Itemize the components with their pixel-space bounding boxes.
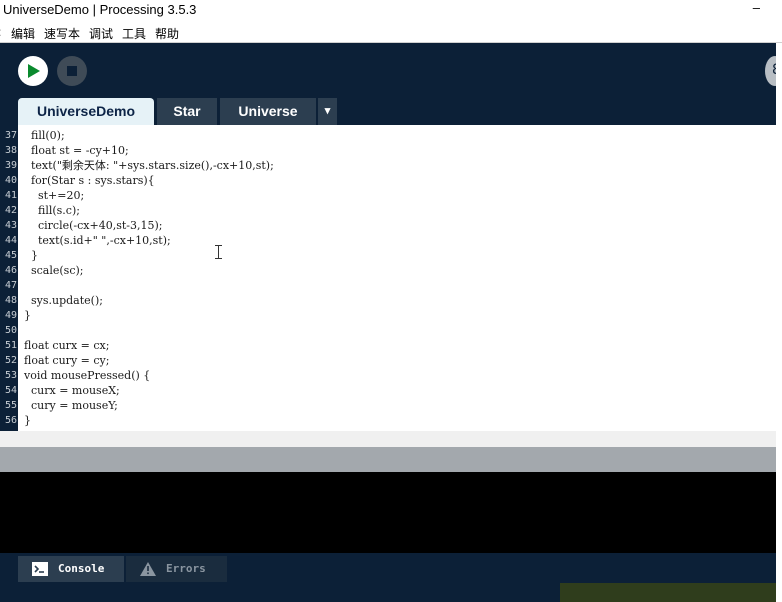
- stop-button[interactable]: [57, 56, 87, 86]
- code-line[interactable]: float cury = cy;: [24, 353, 109, 368]
- tab-universe[interactable]: Universe: [220, 98, 316, 125]
- errors-tab-label: Errors: [166, 562, 206, 575]
- tab-menu-arrow[interactable]: ▾: [318, 98, 337, 125]
- title-bar: UniverseDemo | Processing 3.5.3 –: [0, 0, 782, 22]
- code-line[interactable]: sys.update();: [24, 293, 103, 308]
- line-number: 49: [4, 310, 17, 321]
- line-number: 55: [4, 400, 17, 411]
- line-number: 45: [4, 250, 17, 261]
- warning-icon: [140, 562, 156, 576]
- menu-help[interactable]: 帮助: [155, 25, 179, 42]
- terminal-icon: [32, 562, 48, 576]
- line-number: 39: [4, 160, 17, 171]
- code-line[interactable]: float curx = cx;: [24, 338, 109, 353]
- line-number: 53: [4, 370, 17, 381]
- line-number-gutter: 37 38 39 40 41 42 43 44 45 46 47 48 49 5…: [0, 125, 18, 431]
- menu-sketch[interactable]: 速写本: [44, 25, 80, 42]
- console-output[interactable]: [0, 472, 776, 553]
- sketch-tab-bar: UniverseDemo Star Universe ▾: [0, 98, 776, 125]
- code-line[interactable]: circle(-cx+40,st-3,15);: [24, 218, 162, 233]
- menu-file[interactable]: :: [0, 25, 1, 39]
- line-number: 52: [4, 355, 17, 366]
- code-line[interactable]: void mousePressed() {: [24, 368, 150, 383]
- code-line[interactable]: cury = mouseY;: [24, 398, 118, 413]
- line-number: 43: [4, 220, 17, 231]
- code-line[interactable]: }: [24, 308, 31, 323]
- code-line[interactable]: curx = mouseX;: [24, 383, 120, 398]
- play-icon: [28, 64, 40, 78]
- line-number: 54: [4, 385, 17, 396]
- menu-tools[interactable]: 工具: [122, 25, 146, 42]
- tab-universedemo[interactable]: UniverseDemo: [18, 98, 154, 125]
- tab-star[interactable]: Star: [157, 98, 217, 125]
- line-number: 38: [4, 145, 17, 156]
- code-line[interactable]: st+=20;: [24, 188, 84, 203]
- errors-tab[interactable]: Errors: [126, 556, 227, 582]
- code-line[interactable]: for(Star s : sys.stars){: [24, 173, 155, 188]
- line-number: 47: [4, 280, 17, 291]
- code-editor[interactable]: 37 38 39 40 41 42 43 44 45 46 47 48 49 5…: [0, 125, 776, 431]
- window-title: UniverseDemo | Processing 3.5.3: [3, 2, 197, 17]
- line-number: 37: [4, 130, 17, 141]
- line-number: 42: [4, 205, 17, 216]
- line-number: 41: [4, 190, 17, 201]
- code-line[interactable]: fill(s.c);: [24, 203, 80, 218]
- line-number: 51: [4, 340, 17, 351]
- line-number: 46: [4, 265, 17, 276]
- code-line[interactable]: text("剩余天体: "+sys.stars.size(),-cx+10,st…: [24, 158, 274, 173]
- line-number: 50: [4, 325, 17, 336]
- toolbar: [0, 43, 776, 98]
- menu-bar: : 编辑 速写本 调试 工具 帮助: [0, 22, 782, 43]
- line-number: 40: [4, 175, 17, 186]
- editor-bottom-gap: [0, 431, 776, 447]
- line-number: 48: [4, 295, 17, 306]
- menu-debug[interactable]: 调试: [89, 25, 113, 42]
- line-number: 44: [4, 235, 17, 246]
- line-number: 56: [4, 415, 17, 426]
- code-line[interactable]: scale(sc);: [24, 263, 84, 278]
- run-button[interactable]: [18, 56, 48, 86]
- code-line[interactable]: }: [24, 248, 38, 263]
- right-edge: [776, 43, 782, 602]
- menu-edit[interactable]: 编辑: [11, 25, 35, 42]
- console-tab-bar: Console Errors: [0, 553, 776, 583]
- text-cursor-icon: [215, 245, 222, 259]
- console-tab[interactable]: Console: [18, 556, 124, 582]
- code-line[interactable]: fill(0);: [24, 128, 65, 143]
- code-line[interactable]: float st = -cy+10;: [24, 143, 129, 158]
- background-landscape: [560, 583, 782, 602]
- minimize-button[interactable]: –: [753, 0, 760, 15]
- code-line[interactable]: text(s.id+" ",-cx+10,st);: [24, 233, 171, 248]
- status-bar: [0, 447, 776, 472]
- code-text-area[interactable]: fill(0); float st = -cy+10; text("剩余天体: …: [18, 125, 776, 431]
- console-tab-label: Console: [58, 562, 105, 575]
- stop-icon: [67, 66, 77, 76]
- code-line[interactable]: }: [24, 413, 31, 428]
